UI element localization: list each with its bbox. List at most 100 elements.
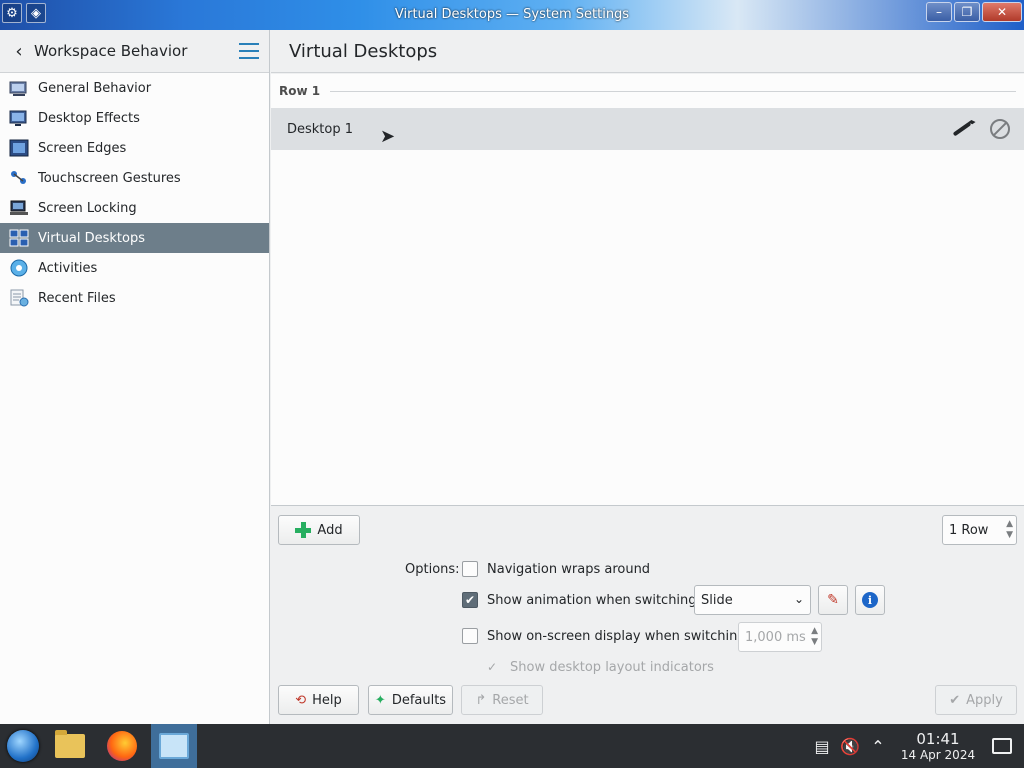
- clock-date: 14 Apr 2024: [900, 747, 976, 762]
- main-panel: Virtual Desktops Row 1 Desktop 1 ➤ Add 1…: [271, 30, 1024, 724]
- show-desktop-icon[interactable]: [992, 738, 1012, 754]
- system-settings-icon: [159, 733, 189, 759]
- mouse-cursor-icon: ➤: [380, 126, 396, 147]
- defaults-button-label: Defaults: [391, 692, 447, 708]
- sidebar-item-label: Virtual Desktops: [38, 230, 145, 246]
- maximize-button[interactable]: ❐: [954, 2, 980, 22]
- configure-animation-button[interactable]: ✎: [818, 585, 848, 615]
- window-title: Virtual Desktops — System Settings: [394, 7, 630, 22]
- sidebar-item-label: Screen Locking: [38, 200, 137, 216]
- sidebar-item-touchscreen-gestures[interactable]: Touchscreen Gestures: [0, 163, 269, 193]
- sidebar-item-recent-files[interactable]: Recent Files: [0, 283, 269, 313]
- add-button-label: Add: [317, 522, 343, 538]
- system-tray: ▤ 🔇 ⌃ 01:41 14 Apr 2024: [808, 724, 1024, 768]
- spin-arrows-icon[interactable]: ▲ ▼: [811, 626, 818, 648]
- volume-muted-icon[interactable]: 🔇: [836, 732, 864, 760]
- show-animation-label: Show animation when switching:: [487, 593, 701, 608]
- sidebar-item-label: Activities: [38, 260, 98, 276]
- layout-indicators-check-icon[interactable]: ✓: [487, 660, 497, 674]
- virtual-desktops-icon: [8, 228, 30, 248]
- sidebar-item-virtual-desktops[interactable]: Virtual Desktops: [0, 223, 269, 253]
- start-menu-button[interactable]: [0, 724, 46, 768]
- osd-duration-spinbox[interactable]: 1,000 ms ▲ ▼: [738, 622, 822, 652]
- sidebar-item-activities[interactable]: Activities: [0, 253, 269, 283]
- defaults-button[interactable]: ✦ Defaults: [368, 685, 453, 715]
- clipboard-icon[interactable]: ▤: [808, 732, 836, 760]
- row-label: Row 1: [279, 84, 321, 98]
- close-button[interactable]: ✕: [982, 2, 1022, 22]
- start-menu-icon: [7, 730, 39, 762]
- spin-arrows-icon[interactable]: ▲ ▼: [1006, 519, 1013, 541]
- reset-icon: ↱: [475, 692, 487, 708]
- osd-duration-value: 1,000 ms: [745, 629, 806, 645]
- system-settings-task[interactable]: [151, 724, 197, 768]
- row-header: Row 1: [271, 74, 1024, 108]
- remove-icon: [990, 119, 1010, 139]
- sidebar-item-label: Touchscreen Gestures: [38, 170, 181, 186]
- desktop-effects-icon: [8, 108, 30, 128]
- activities-icon: [8, 258, 30, 278]
- sidebar-nav: General Behavior Desktop Effects Screen …: [0, 73, 269, 313]
- apply-check-icon: ✔: [949, 692, 961, 708]
- touchscreen-gestures-icon: [8, 168, 30, 188]
- add-icon: [295, 522, 312, 538]
- sidebar-item-label: Screen Edges: [38, 140, 127, 156]
- sidebar-item-label: Recent Files: [38, 290, 116, 306]
- help-button[interactable]: ⟲ Help: [278, 685, 359, 715]
- remove-desktop-button[interactable]: [986, 115, 1014, 143]
- rows-spinbox[interactable]: 1 Row ▲ ▼: [942, 515, 1017, 545]
- nav-wraps-label: Navigation wraps around: [487, 562, 651, 577]
- reset-button[interactable]: ↱ Reset: [461, 685, 543, 715]
- main-header: Virtual Desktops: [271, 30, 1024, 73]
- general-behavior-icon: [8, 78, 30, 98]
- firefox-launcher[interactable]: [99, 724, 145, 768]
- sidebar-item-label: Desktop Effects: [38, 110, 140, 126]
- sidebar-title: Workspace Behavior: [34, 42, 188, 60]
- sidebar-item-screen-edges[interactable]: Screen Edges: [0, 133, 269, 163]
- show-osd-checkbox[interactable]: [462, 628, 478, 644]
- apply-button[interactable]: ✔ Apply: [935, 685, 1017, 715]
- rows-value: 1 Row: [949, 522, 989, 538]
- minimize-button[interactable]: –: [926, 2, 952, 22]
- chevron-down-icon: ⌄: [793, 592, 804, 606]
- animation-select[interactable]: Slide ⌄: [694, 585, 811, 615]
- row-divider: [330, 90, 1016, 92]
- desktops-list: Row 1 Desktop 1 ➤: [271, 74, 1024, 506]
- sidebar-item-screen-locking[interactable]: Screen Locking: [0, 193, 269, 223]
- clock-time: 01:41: [916, 729, 960, 748]
- firefox-icon: [107, 731, 137, 761]
- sidebar-item-label: General Behavior: [38, 80, 152, 96]
- folder-icon: [55, 730, 85, 758]
- file-manager-launcher[interactable]: [47, 724, 93, 768]
- taskbar: ▤ 🔇 ⌃ 01:41 14 Apr 2024: [0, 724, 1024, 768]
- sidebar-header: ‹ Workspace Behavior: [0, 30, 269, 73]
- sidebar-item-desktop-effects[interactable]: Desktop Effects: [0, 103, 269, 133]
- info-icon: i: [862, 592, 878, 608]
- window-titlebar[interactable]: ⚙ ◈ Virtual Desktops — System Settings –…: [0, 0, 1024, 30]
- pen-icon: [952, 121, 972, 137]
- add-desktop-button[interactable]: Add: [278, 515, 360, 545]
- rename-desktop-button[interactable]: [948, 115, 976, 143]
- show-animation-checkbox[interactable]: ✔: [462, 592, 478, 608]
- reset-button-label: Reset: [492, 692, 529, 708]
- screen-edges-icon: [8, 138, 30, 158]
- apply-button-label: Apply: [966, 692, 1003, 708]
- animation-info-button[interactable]: i: [855, 585, 885, 615]
- recent-files-icon: [8, 288, 30, 308]
- help-button-label: Help: [312, 692, 342, 708]
- screen-locking-icon: [8, 198, 30, 218]
- layout-indicators-label: Show desktop layout indicators: [510, 660, 714, 675]
- clock[interactable]: 01:41 14 Apr 2024: [898, 729, 978, 762]
- nav-wraps-checkbox[interactable]: [462, 561, 478, 577]
- back-arrow-icon[interactable]: ‹: [10, 41, 28, 62]
- options-label: Options:: [405, 562, 460, 577]
- hamburger-menu-icon[interactable]: [239, 43, 259, 59]
- defaults-icon: ✦: [374, 692, 386, 708]
- chevron-up-icon[interactable]: ⌃: [864, 732, 892, 760]
- show-osd-label: Show on-screen display when switching:: [487, 629, 750, 644]
- sidebar: ‹ Workspace Behavior General Behavior De…: [0, 30, 270, 724]
- sidebar-item-general-behavior[interactable]: General Behavior: [0, 73, 269, 103]
- help-icon: ⟲: [295, 692, 307, 708]
- page-title: Virtual Desktops: [289, 40, 438, 62]
- configure-icon: ✎: [827, 592, 839, 608]
